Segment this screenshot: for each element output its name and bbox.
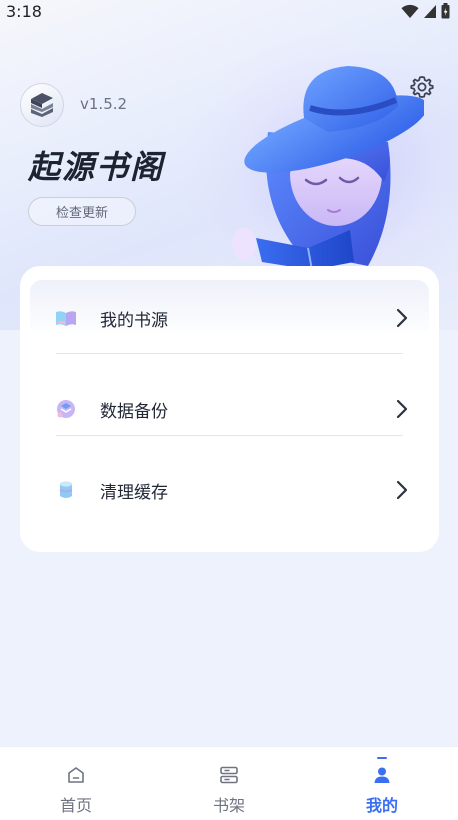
reading-character-illustration (232, 66, 424, 270)
chevron-right-icon (396, 399, 408, 419)
menu-item-label: 数据备份 (100, 401, 168, 422)
chevron-right-icon (396, 480, 408, 500)
menu-item-label: 清理缓存 (100, 482, 168, 503)
nav-label: 书架 (212, 796, 245, 815)
backup-icon (57, 400, 75, 418)
chevron-right-icon (396, 308, 408, 328)
active-tab-indicator (377, 757, 387, 759)
nav-label: 我的 (365, 796, 398, 815)
battery-icon (441, 3, 450, 19)
nav-tab-home[interactable]: 首页 (0, 747, 152, 820)
menu-item-my-book-sources[interactable]: 我的书源 (20, 288, 439, 348)
menu-item-data-backup[interactable]: 数据备份 (20, 379, 439, 439)
menu-item-clear-cache[interactable]: 清理缓存 (20, 460, 439, 520)
menu-item-label: 我的书源 (100, 310, 168, 331)
status-bar: 3:18 (0, 0, 458, 24)
book-icon (56, 311, 76, 326)
check-update-button[interactable]: 检查更新 (28, 197, 136, 226)
nav-tab-bookshelf[interactable]: 书架 (153, 747, 305, 820)
settings-menu-card: 我的书源 数据备份 清理缓存 (20, 266, 439, 552)
app-title: 起源书阁 (28, 148, 165, 186)
status-time: 3:18 (6, 2, 42, 21)
profile-icon (374, 767, 390, 783)
menu-divider (56, 353, 403, 354)
app-logo (20, 83, 64, 127)
bottom-navigation: 首页 书架 我的 (0, 746, 458, 820)
cell-signal-icon (424, 4, 436, 18)
books-logo-icon (31, 93, 53, 117)
wifi-icon (401, 4, 419, 18)
nav-tab-profile[interactable]: 我的 (306, 747, 458, 820)
home-icon (68, 767, 84, 783)
cache-cylinder-icon (59, 481, 73, 498)
bookshelf-icon (220, 766, 238, 784)
status-icons (401, 3, 450, 19)
menu-divider (56, 435, 403, 436)
app-version: v1.5.2 (80, 95, 128, 113)
nav-label: 首页 (59, 796, 92, 815)
